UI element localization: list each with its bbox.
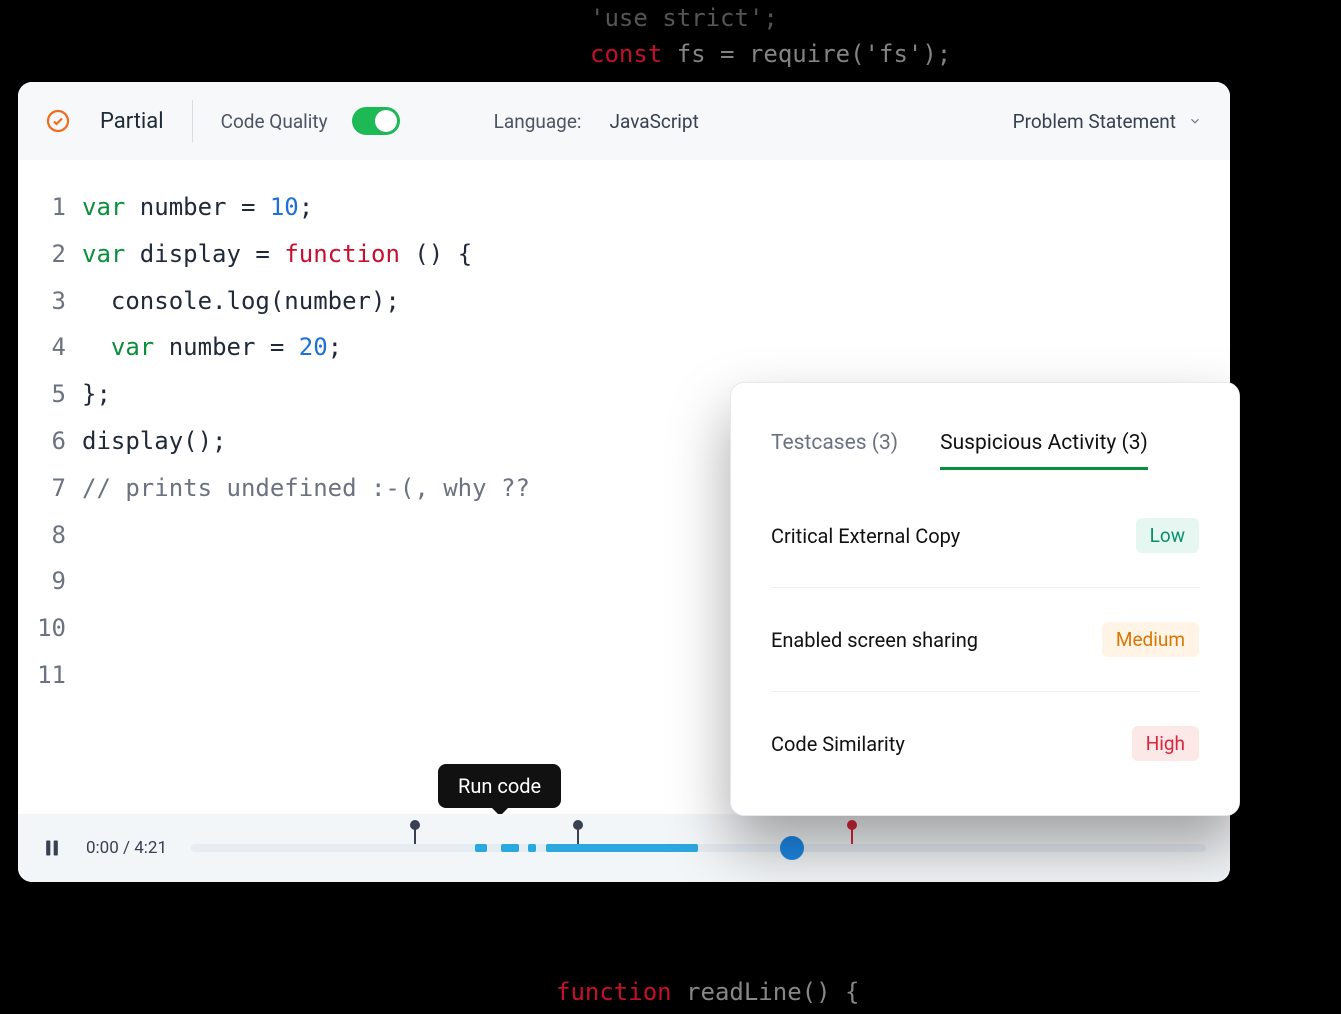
status-label: Partial [100, 109, 164, 134]
severity-badge: Medium [1102, 622, 1199, 657]
line-gutter: 1234567891011 [18, 184, 82, 699]
problem-statement-label: Problem Statement [1013, 110, 1176, 133]
code-quality-toggle[interactable] [352, 107, 400, 135]
code-line [82, 605, 530, 652]
line-number: 1 [18, 184, 66, 231]
tab-testcases[interactable]: Testcases (3) [771, 431, 898, 470]
alert-pin[interactable] [851, 828, 853, 844]
activity-label: Code Similarity [771, 732, 905, 756]
activity-segment [501, 844, 519, 852]
code-line: console.log(number); [82, 278, 530, 325]
line-number: 2 [18, 231, 66, 278]
code-line: display(); [82, 418, 530, 465]
activity-tabs: Testcases (3) Suspicious Activity (3) [771, 431, 1199, 470]
event-pin[interactable] [577, 828, 579, 844]
line-number: 6 [18, 418, 66, 465]
line-number: 7 [18, 465, 66, 512]
line-number: 4 [18, 324, 66, 371]
activity-label: Critical External Copy [771, 524, 960, 548]
language-label: Language: [494, 110, 582, 133]
code-content: var number = 10;var display = function (… [82, 184, 530, 699]
severity-badge: Low [1136, 518, 1199, 553]
code-line: var display = function () { [82, 231, 530, 278]
playback-bar: 0:00 / 4:21 [18, 814, 1230, 882]
activity-row[interactable]: Critical External Copy Low [771, 500, 1199, 587]
divider [192, 100, 193, 142]
line-number: 3 [18, 278, 66, 325]
tab-suspicious-activity[interactable]: Suspicious Activity (3) [940, 431, 1148, 470]
code-line [82, 652, 530, 699]
code-line: }; [82, 371, 530, 418]
code-quality-label: Code Quality [221, 110, 328, 133]
problem-statement-dropdown[interactable]: Problem Statement [1013, 110, 1202, 133]
code-line: var number = 10; [82, 184, 530, 231]
activity-segment [546, 844, 698, 852]
panel-header: Partial Code Quality Language: JavaScrip… [18, 82, 1230, 160]
line-number: 5 [18, 371, 66, 418]
line-number: 9 [18, 558, 66, 605]
activity-label: Enabled screen sharing [771, 628, 978, 652]
event-pin[interactable] [414, 828, 416, 844]
partial-status-icon [46, 109, 70, 133]
background-code-line: function readLine() { [556, 978, 859, 1006]
activity-panel: Testcases (3) Suspicious Activity (3) Cri… [730, 382, 1240, 816]
line-number: 8 [18, 512, 66, 559]
activity-row[interactable]: Enabled screen sharing Medium [771, 587, 1199, 691]
language-value: JavaScript [610, 110, 699, 133]
line-number: 10 [18, 605, 66, 652]
background-code-line: 'use strict'; [590, 4, 778, 32]
playback-time: 0:00 / 4:21 [86, 838, 167, 858]
code-line [82, 558, 530, 605]
pause-icon[interactable] [42, 838, 62, 858]
code-line: // prints undefined :-(, why ?? [82, 465, 530, 512]
playhead[interactable] [780, 836, 804, 860]
background-code-line: const fs = require('fs'); [590, 40, 951, 68]
playback-track[interactable] [191, 844, 1206, 852]
code-line: var number = 20; [82, 324, 530, 371]
chevron-down-icon [1188, 114, 1202, 128]
activity-row[interactable]: Code Similarity High [771, 691, 1199, 795]
code-line [82, 512, 530, 559]
run-code-tooltip: Run code [438, 764, 561, 808]
severity-badge: High [1132, 726, 1199, 761]
activity-segment [475, 844, 487, 852]
line-number: 11 [18, 652, 66, 699]
activity-segment [528, 844, 536, 852]
